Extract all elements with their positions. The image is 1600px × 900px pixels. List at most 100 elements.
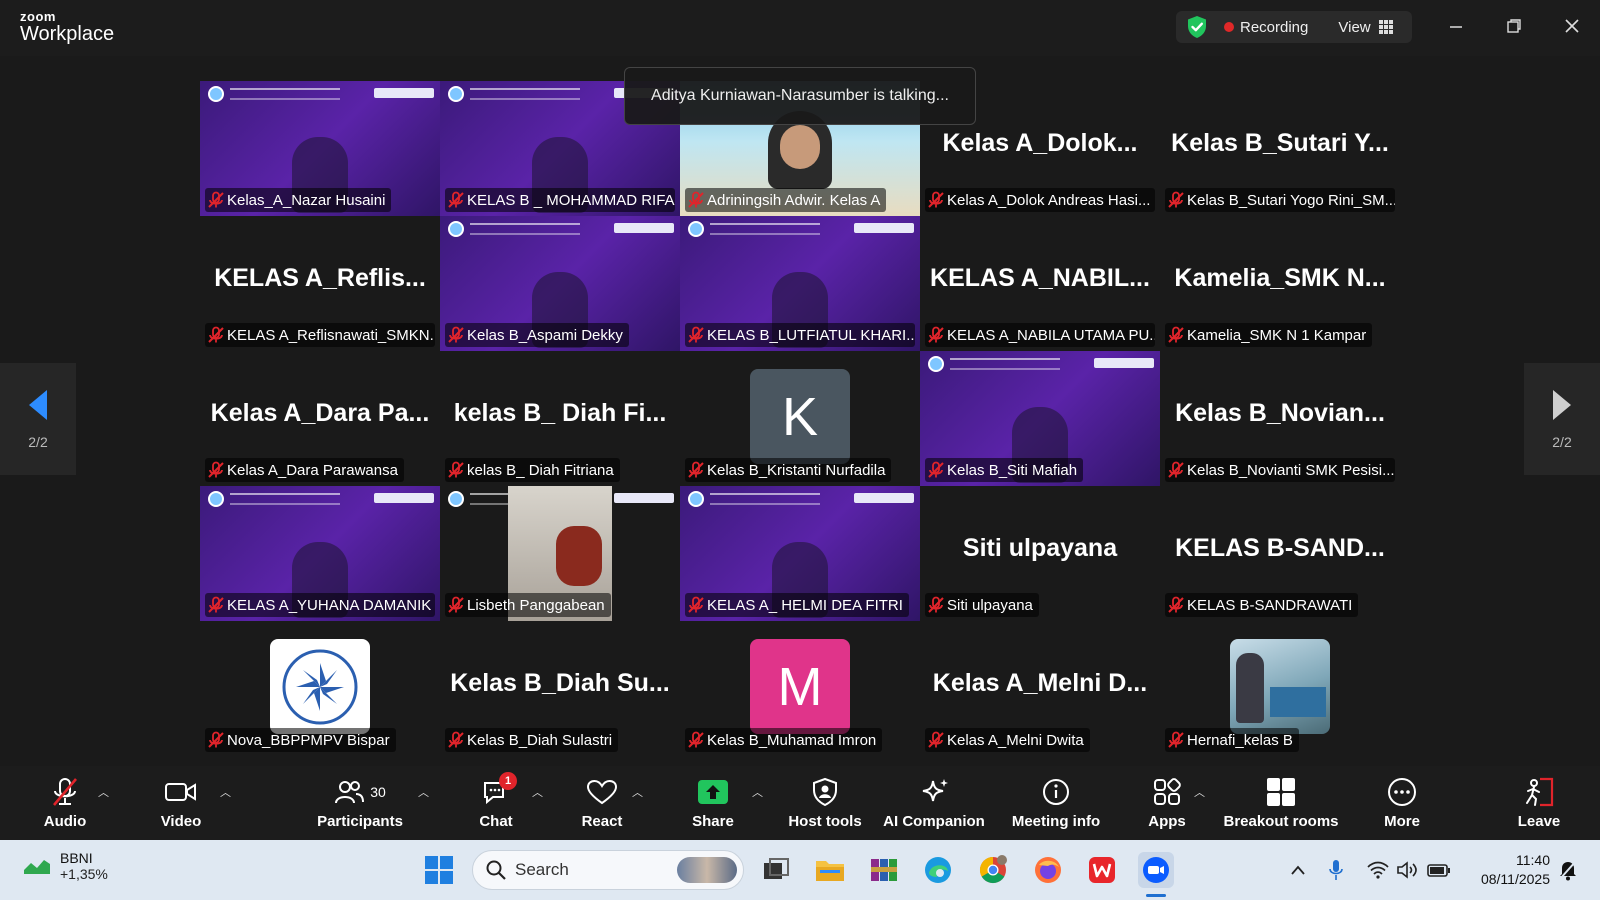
grid-view-icon[interactable] — [1378, 20, 1393, 34]
participants-count: 30 — [370, 784, 386, 800]
wifi-tray-button[interactable] — [1366, 858, 1390, 882]
ai-companion-button[interactable]: AI Companion — [883, 774, 985, 836]
audio-button[interactable]: Audio — [42, 774, 88, 836]
ai-companion-label: AI Companion — [883, 813, 985, 830]
participant-tile[interactable]: kelas B_ Diah Fi... kelas B_ Diah Fitrian… — [440, 351, 680, 486]
participants-options-caret-icon[interactable]: ︿ — [418, 784, 429, 800]
page-indicator-left: 2/2 — [28, 434, 48, 450]
participant-tile[interactable]: K Kelas B_Kristanti Nurfadila — [680, 351, 920, 486]
battery-charging-icon — [1427, 864, 1450, 877]
mic-muted-icon — [205, 189, 227, 211]
video-options-caret-icon[interactable]: ︿ — [220, 784, 231, 800]
close-button[interactable] — [1554, 10, 1590, 42]
speaker-icon — [1397, 861, 1417, 879]
view-button[interactable]: View — [1338, 19, 1370, 36]
prev-page-button[interactable]: 2/2 — [0, 363, 76, 475]
clock-date: 08/11/2025 — [1480, 871, 1550, 887]
title-bar: zoom Workplace Recording View — [0, 0, 1600, 56]
firefox-button[interactable] — [1030, 852, 1066, 888]
start-button[interactable] — [421, 852, 457, 888]
participant-tile[interactable]: Kelas B_Diah Su... Kelas B_Diah Sulastri — [440, 621, 680, 756]
participant-tile[interactable]: Kelas_A_Nazar Husaini — [200, 81, 440, 216]
notifications-button[interactable] — [1556, 858, 1580, 882]
info-icon — [1043, 779, 1069, 805]
winrar-button[interactable] — [866, 852, 902, 888]
participant-display-name: Kelas A_Dolok... — [942, 129, 1138, 157]
participant-name-label: Kelas B_Muhamad Imron — [685, 728, 883, 752]
participant-tile[interactable]: Kelas B_Novian... Kelas B_Novianti SMK Pe… — [1160, 351, 1400, 486]
mic-muted-icon — [53, 778, 77, 806]
security-shield-icon[interactable] — [1184, 14, 1210, 40]
participant-tile[interactable]: KELAS A_Reflis... KELAS A_Reflisnawati_SM… — [200, 216, 440, 351]
minimize-button[interactable] — [1438, 10, 1474, 42]
zoom-taskbar-button[interactable] — [1138, 852, 1174, 888]
chat-button[interactable]: 1 Chat — [476, 772, 517, 836]
task-view-button[interactable] — [758, 852, 794, 888]
chrome-button[interactable] — [975, 852, 1011, 888]
participant-tile[interactable]: KELAS A_NABIL... KELAS A_NABILA UTAMA PU.… — [920, 216, 1160, 351]
participant-tile[interactable]: Kelas B_Aspami Dekky — [440, 216, 680, 351]
react-button[interactable]: React — [580, 774, 624, 836]
chat-options-caret-icon[interactable]: ︿ — [532, 784, 543, 800]
participant-tile[interactable]: Nova_BBPPMPV Bispar — [200, 621, 440, 756]
participant-name-text: Kelas B_Sutari Yogo Rini_SM... — [1187, 191, 1395, 209]
participant-tile[interactable]: KELAS A_YUHANA DAMANIK — [200, 486, 440, 621]
participant-tile[interactable]: Kelas A_Dara Pa... Kelas A_Dara Parawansa — [200, 351, 440, 486]
meeting-info-button[interactable]: Meeting info — [1008, 774, 1104, 836]
leave-button[interactable]: Leave — [1516, 774, 1562, 836]
host-shield-icon — [813, 777, 837, 807]
participant-tile[interactable]: Hernafi_kelas B — [1160, 621, 1400, 756]
participant-name-text: Kelas A_Dolok Andreas Hasi... — [947, 191, 1151, 209]
apps-button[interactable]: Apps — [1148, 774, 1186, 836]
file-explorer-button[interactable] — [812, 852, 848, 888]
system-clock[interactable]: 11:40 08/11/2025 — [1466, 851, 1550, 889]
share-options-caret-icon[interactable]: ︿ — [752, 784, 763, 800]
stock-widget[interactable]: BBNI +1,35% — [22, 850, 108, 882]
participant-tile[interactable]: Kelas B_Siti Mafiah — [920, 351, 1160, 486]
share-button[interactable]: Share — [689, 774, 737, 836]
apps-options-caret-icon[interactable]: ︿ — [1194, 784, 1205, 800]
participant-name-label: KELAS B_LUTFIATUL KHARI... — [685, 323, 915, 347]
participant-name-label: Kelas B_Novianti SMK Pesisi... — [1165, 458, 1395, 482]
participant-tile[interactable]: M Kelas B_Muhamad Imron — [680, 621, 920, 756]
participant-tile[interactable]: Lisbeth Panggabean — [440, 486, 680, 621]
wps-office-button[interactable] — [1084, 852, 1120, 888]
mic-muted-icon — [205, 594, 227, 616]
audio-options-caret-icon[interactable]: ︿ — [98, 784, 109, 800]
edge-button[interactable] — [920, 852, 956, 888]
more-label: More — [1384, 813, 1420, 830]
participant-tile[interactable]: KELAS B_LUTFIATUL KHARI... — [680, 216, 920, 351]
search-highlight-image — [677, 857, 737, 883]
participant-display-name: kelas B_ Diah Fi... — [453, 399, 667, 427]
recording-label[interactable]: Recording — [1240, 19, 1308, 36]
participant-name-label: Kelas A_Melni Dwita — [925, 728, 1090, 752]
participant-tile[interactable]: Siti ulpayana Siti ulpayana — [920, 486, 1160, 621]
participant-tile[interactable]: Kelas A_Melni D... Kelas A_Melni Dwita — [920, 621, 1160, 756]
participant-name-text: Kelas_A_Nazar Husaini — [227, 191, 386, 209]
breakout-rooms-button[interactable]: Breakout rooms — [1223, 774, 1339, 836]
restore-button[interactable] — [1496, 10, 1532, 42]
volume-tray-button[interactable] — [1396, 858, 1420, 882]
taskbar-search[interactable]: Search — [472, 850, 744, 890]
participant-tile[interactable]: Kamelia_SMK N... Kamelia_SMK N 1 Kampar — [1160, 216, 1400, 351]
notification-bell-icon — [1559, 860, 1577, 881]
participant-tile[interactable]: KELAS A_ HELMI DEA FITRI — [680, 486, 920, 621]
battery-tray-button[interactable] — [1426, 858, 1452, 882]
participant-name-text: KELAS B-SANDRAWATI — [1187, 596, 1353, 614]
microphone-tray-button[interactable] — [1326, 858, 1346, 882]
more-button[interactable]: More — [1380, 774, 1424, 836]
video-button[interactable]: Video — [158, 774, 204, 836]
host-tools-button[interactable]: Host tools — [788, 774, 862, 836]
triangle-left-icon — [29, 390, 47, 420]
participant-name-text: Kelas B_Novianti SMK Pesisi... — [1187, 461, 1395, 479]
show-hidden-icons-button[interactable] — [1288, 858, 1308, 882]
next-page-button[interactable]: 2/2 — [1524, 363, 1600, 475]
participant-tile[interactable]: KELAS B-SAND... KELAS B-SANDRAWATI — [1160, 486, 1400, 621]
participant-name-label: kelas B_ Diah Fitriana — [445, 458, 620, 482]
participant-tile[interactable]: Kelas B_Sutari Y... Kelas B_Sutari Yogo R… — [1160, 81, 1400, 216]
event-banner — [920, 351, 1160, 377]
participant-name-label: KELAS A_YUHANA DAMANIK — [205, 593, 435, 617]
participants-button[interactable]: 30 Participants — [316, 774, 404, 836]
react-options-caret-icon[interactable]: ︿ — [632, 784, 643, 800]
wps-office-icon — [1089, 857, 1115, 883]
